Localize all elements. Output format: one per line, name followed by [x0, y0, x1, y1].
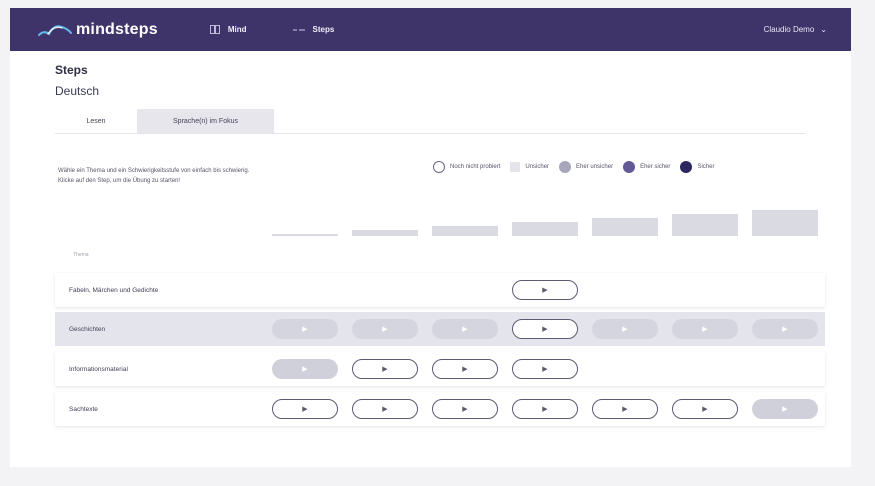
nav-item-mind[interactable]: Mind — [209, 25, 247, 34]
difficulty-level-bar — [352, 230, 418, 236]
step-play-button[interactable]: ▶ — [432, 399, 498, 419]
play-icon: ▶ — [462, 326, 468, 333]
step-done-button[interactable]: ▶ — [272, 359, 338, 379]
difficulty-level-bar — [752, 210, 818, 236]
legend-label: Eher unsicher — [576, 164, 614, 170]
play-icon: ▶ — [302, 326, 308, 333]
step-done-button[interactable]: ▶ — [752, 319, 818, 339]
page-title: Steps — [55, 63, 88, 77]
chevron-down-icon: ⌄ — [820, 25, 827, 34]
nav-steps-label: Steps — [312, 25, 335, 34]
step-play-button[interactable]: ▶ — [512, 359, 578, 379]
book-icon — [209, 25, 220, 34]
step-play-button[interactable]: ▶ — [512, 399, 578, 419]
play-icon: ▶ — [542, 366, 548, 373]
play-icon: ▶ — [462, 406, 468, 413]
legend-dark-circle-icon — [680, 161, 693, 173]
legend-mid-circle-icon — [623, 161, 636, 173]
instruction-line-1: Wähle ein Thema und ein Schwierigkeitsst… — [58, 168, 250, 174]
topic-label: Geschichten — [69, 325, 106, 333]
step-done-button[interactable]: ▶ — [272, 319, 338, 339]
legend-label: Unsicher — [525, 164, 550, 170]
topic-row: Sachtexte ▶ ▶ ▶ ▶ ▶ ▶ ▶ — [55, 392, 825, 426]
play-icon: ▶ — [622, 326, 628, 333]
difficulty-level-bar — [272, 234, 338, 236]
step-play-button[interactable]: ▶ — [272, 399, 338, 419]
nav-item-steps[interactable]: Steps — [292, 25, 335, 34]
step-done-button[interactable]: ▶ — [592, 319, 658, 339]
logo-text: mindsteps — [76, 20, 158, 38]
step-play-button[interactable]: ▶ — [512, 319, 578, 339]
step-play-button[interactable]: ▶ — [352, 359, 418, 379]
legend-label: Sicher — [697, 164, 715, 170]
tab-divider — [55, 133, 805, 134]
legend-item-eher-unsicher: Eher unsicher — [559, 161, 613, 173]
legend-square-icon — [510, 162, 521, 172]
step-done-button[interactable]: ▶ — [672, 319, 738, 339]
legend-label: Eher sicher — [640, 164, 671, 170]
play-icon: ▶ — [702, 326, 708, 333]
subject-title: Deutsch — [55, 84, 100, 98]
play-icon: ▶ — [382, 406, 388, 413]
mindsteps-logo[interactable]: mindsteps — [38, 21, 158, 39]
legend-item-eher-sicher: Eher sicher — [623, 161, 670, 173]
tab-bar: Lesen Sprache(n) im Fokus — [55, 109, 274, 133]
play-icon: ▶ — [382, 366, 388, 373]
step-play-button[interactable]: ▶ — [432, 359, 498, 379]
instruction-line-2: Klicke auf den Step, um die Übung zu sta… — [58, 178, 181, 184]
play-icon: ▶ — [702, 406, 708, 413]
column-header-thema: Thema — [73, 252, 89, 258]
play-icon: ▶ — [622, 406, 628, 413]
steps-icon — [292, 29, 305, 30]
legend-item-sicher: Sicher — [680, 161, 714, 173]
step-done-button[interactable]: ▶ — [352, 319, 418, 339]
topic-row: Informationsmaterial ▶ ▶ ▶ ▶ — [55, 352, 825, 386]
tab-lesen[interactable]: Lesen — [55, 109, 137, 133]
step-play-button[interactable]: ▶ — [592, 399, 658, 419]
legend-label: Noch nicht probiert — [450, 164, 501, 170]
step-play-button[interactable]: ▶ — [352, 399, 418, 419]
play-icon: ▶ — [302, 406, 308, 413]
user-menu[interactable]: Claudio Demo ⌄ — [764, 25, 827, 34]
step-done-button[interactable]: ▶ — [432, 319, 498, 339]
main-panel: Steps Deutsch Lesen Sprache(n) im Fokus … — [10, 51, 851, 467]
play-icon: ▶ — [382, 326, 388, 333]
topic-label: Sachtexte — [69, 405, 98, 413]
play-icon: ▶ — [542, 287, 548, 294]
legend-item-not-tried: Noch nicht probiert — [433, 161, 500, 173]
top-navigation-bar: mindsteps Mind Steps Claudio Demo ⌄ — [10, 8, 851, 51]
step-play-button[interactable]: ▶ — [512, 280, 578, 300]
instructions: Wähle ein Thema und ein Schwierigkeitsst… — [58, 166, 249, 186]
user-name: Claudio Demo — [763, 25, 815, 34]
step-play-button[interactable]: ▶ — [672, 399, 738, 419]
play-icon: ▶ — [542, 406, 548, 413]
legend-light-circle-icon — [559, 161, 572, 173]
topic-label: Informationsmaterial — [69, 365, 128, 373]
play-icon: ▶ — [542, 326, 548, 333]
play-icon: ▶ — [462, 366, 468, 373]
difficulty-level-bar — [592, 218, 658, 236]
legend: Noch nicht probiert Unsicher Eher unsich… — [433, 161, 714, 173]
tab-sprache-im-fokus[interactable]: Sprache(n) im Fokus — [137, 109, 274, 133]
difficulty-level-bar — [672, 214, 738, 236]
play-icon: ▶ — [782, 326, 788, 333]
topic-row: Fabeln, Märchen und Gedichte ▶ — [55, 273, 825, 307]
difficulty-level-bar — [512, 222, 578, 236]
step-done-button[interactable]: ▶ — [752, 399, 818, 419]
topic-label: Fabeln, Märchen und Gedichte — [69, 286, 159, 294]
nav-mind-label: Mind — [227, 25, 247, 34]
difficulty-level-bar — [432, 226, 498, 236]
legend-open-circle-icon — [433, 161, 445, 173]
topic-row: Geschichten ▶ ▶ ▶ ▶ ▶ ▶ ▶ — [55, 312, 825, 346]
legend-item-unsicher: Unsicher — [510, 162, 549, 172]
play-icon: ▶ — [302, 366, 308, 373]
play-icon: ▶ — [782, 406, 788, 413]
logo-wave-icon — [38, 24, 72, 36]
